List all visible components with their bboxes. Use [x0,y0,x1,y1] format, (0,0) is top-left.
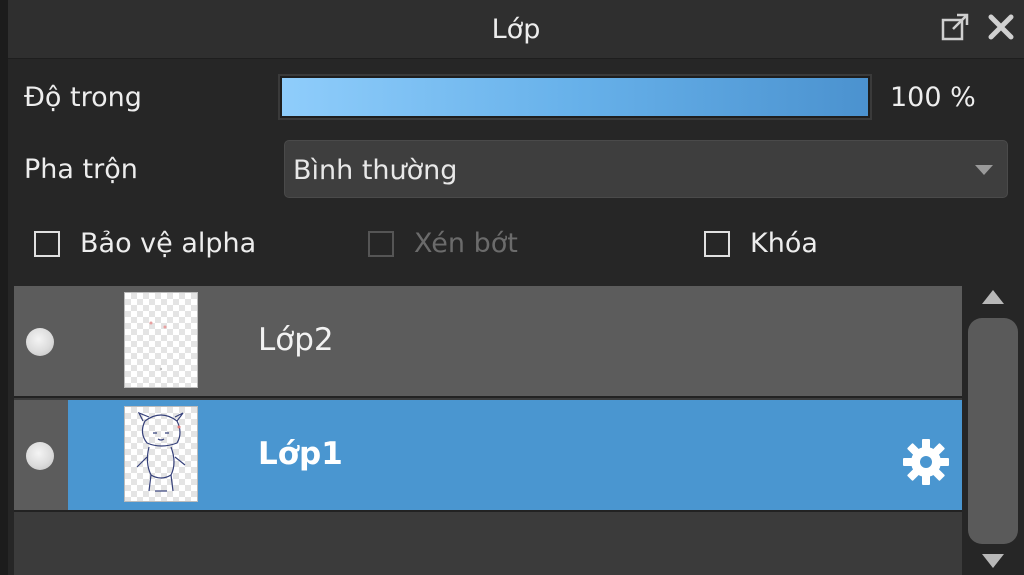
blend-mode-value: Bình thường [293,155,458,186]
layer-panel: Lớp Độ trong 100 % Pha trộn Bình thường … [0,0,1024,575]
layer-thumbnail [124,292,198,388]
layer-row-selected[interactable]: Lớp1 [14,400,962,512]
chevron-down-icon [975,165,993,175]
blend-mode-label: Pha trộn [24,154,138,185]
layer-list-scrollbar[interactable] [966,286,1020,575]
clipping-checkbox: Xén bớt [368,228,548,264]
layer-thumbnail-sketch [149,321,167,371]
layer-thumbnail [124,406,198,502]
title-bar[interactable]: Lớp [8,0,1024,59]
opacity-label: Độ trong [24,82,142,113]
lock-box[interactable] [704,231,730,257]
close-icon[interactable] [986,12,1016,42]
lock-label: Khóa [750,228,818,259]
layer-list[interactable]: Lớp2 Lớp1 [14,286,962,575]
layer-thumbnail-sketch [136,411,186,492]
protect-alpha-box[interactable] [34,231,60,257]
protect-alpha-label: Bảo vệ alpha [80,228,257,259]
panel-title: Lớp [491,14,541,45]
visibility-toggle[interactable] [26,442,54,470]
layer-list-empty-area [14,514,962,575]
blend-mode-select[interactable]: Bình thường [284,140,1008,198]
scroll-up-arrow-icon[interactable] [982,290,1004,304]
selection-highlight [68,400,962,510]
layer-row[interactable]: Lớp2 [14,286,962,398]
scroll-down-arrow-icon[interactable] [982,554,1004,568]
clipping-label: Xén bớt [414,228,518,259]
layer-name[interactable]: Lớp2 [258,322,334,358]
gear-icon[interactable] [900,436,952,488]
layer-name[interactable]: Lớp1 [258,436,343,472]
visibility-toggle[interactable] [26,328,54,356]
panel-edge [0,0,8,575]
scrollbar-thumb[interactable] [968,318,1018,544]
opacity-slider[interactable] [278,74,872,120]
protect-alpha-checkbox[interactable]: Bảo vệ alpha [34,228,274,264]
opacity-slider-fill [282,78,868,116]
lock-checkbox[interactable]: Khóa [704,228,844,264]
popout-icon[interactable] [940,12,970,42]
clipping-box [368,231,394,257]
opacity-value: 100 % [890,82,976,113]
